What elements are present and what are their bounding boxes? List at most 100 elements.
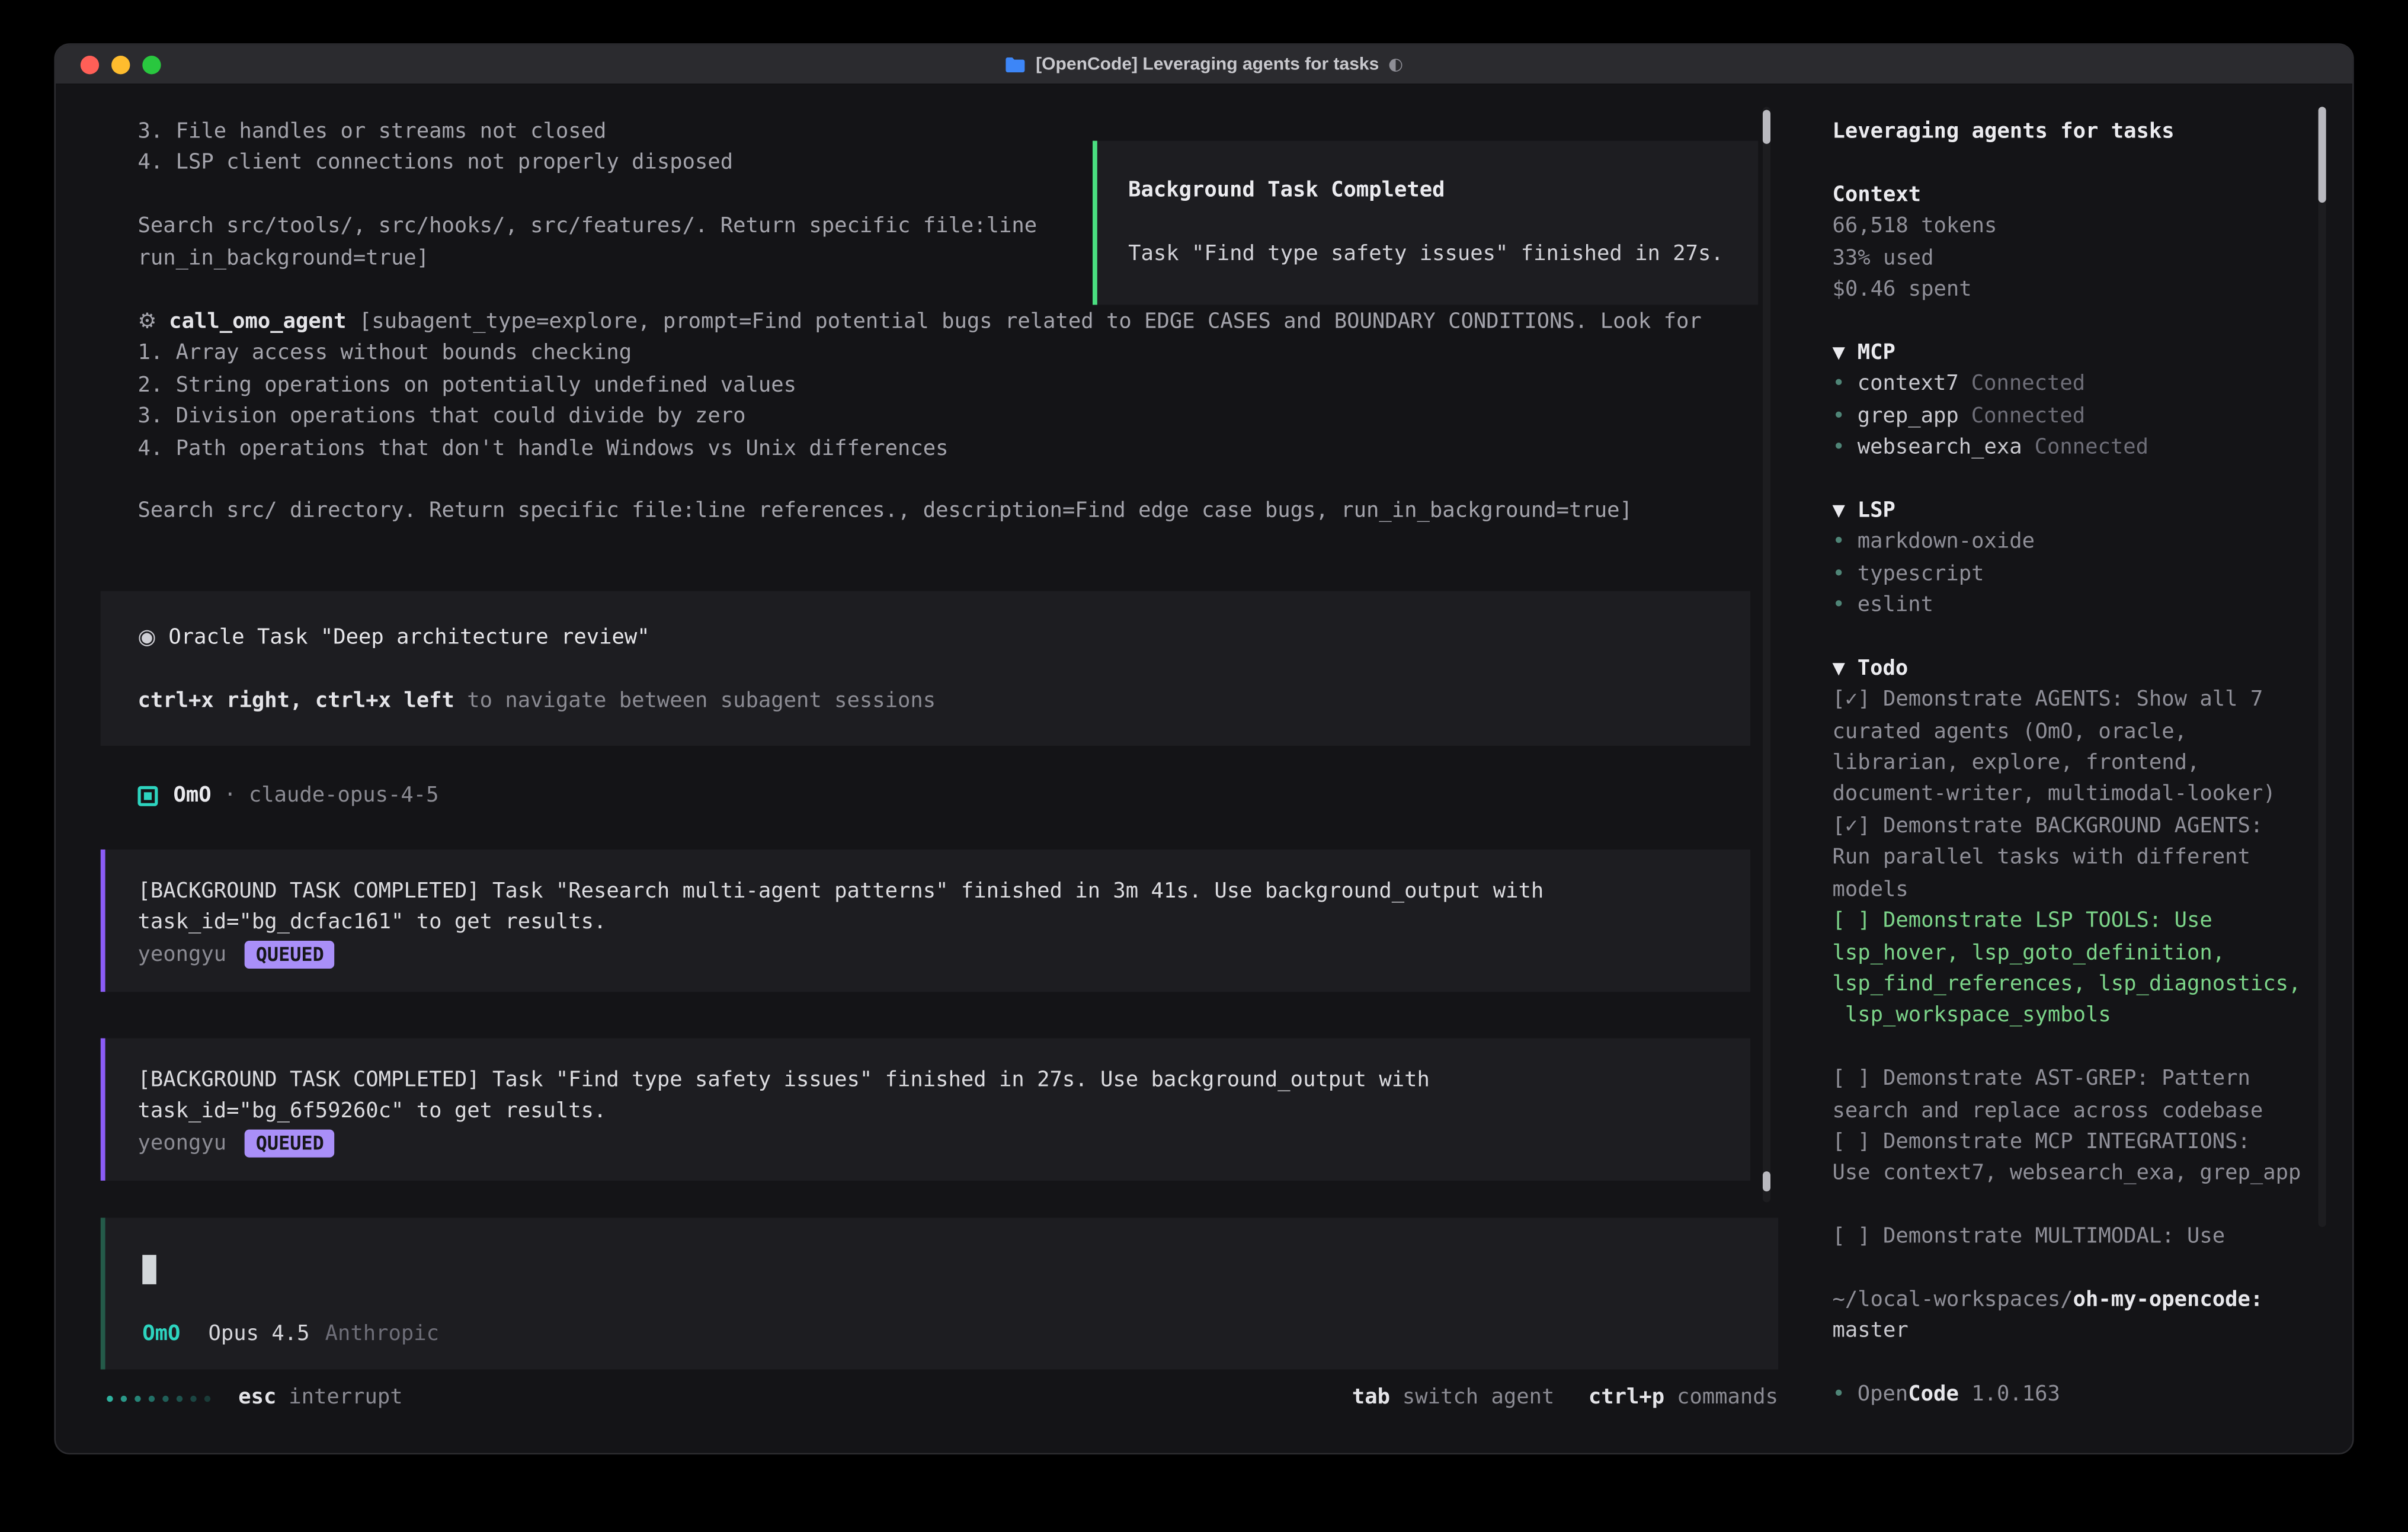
message-author: yeongyu — [137, 939, 226, 970]
mcp-list: • context7 Connected •grep_appConnected • web… — [1832, 368, 2312, 463]
status-key-label: commands — [1677, 1382, 1778, 1414]
status-hint-pair: ctrl+p commands — [1589, 1382, 1778, 1414]
oracle-task-title: ◉ Oracle Task "Deep architecture review" — [137, 622, 1750, 653]
mcp-name: context7 — [1858, 371, 1959, 396]
oracle-task-title-text: Oracle Task "Deep architecture review" — [168, 625, 649, 650]
status-key: ctrl+p — [1589, 1382, 1664, 1414]
spinner-dot — [177, 1395, 182, 1401]
spinner — [107, 1395, 210, 1401]
context-spent: $0.46 spent — [1832, 274, 2312, 305]
lsp-name: markdown-oxide — [1858, 530, 2035, 555]
todo-item: [ ] Demonstrate AST-GREP: Pattern search… — [1832, 1063, 2312, 1127]
tool-call-line: 2. String operations on potentially unde… — [137, 370, 1772, 401]
message-line: [BACKGROUND TASK COMPLETED] Task "Find t… — [137, 1065, 1750, 1096]
main-scrollbar-thumb-secondary[interactable] — [1763, 1171, 1770, 1191]
minimize-window-button[interactable] — [111, 56, 130, 74]
todo-list: [✓] Demonstrate AGENTS: Show all 7 curat… — [1832, 684, 2312, 1252]
background-task-message: [BACKGROUND TASK COMPLETED] Task "Resear… — [101, 850, 1750, 992]
chevron-down-icon: ▼ — [1832, 340, 1845, 365]
lsp-item: •eslint — [1832, 589, 2312, 621]
sidebar-scrollbar-thumb[interactable] — [2319, 107, 2326, 203]
tool-call-line: 3. Division operations that could divide… — [137, 401, 1772, 432]
agent-square-icon — [137, 786, 158, 806]
status-right-hints: tabswitch agentctrl+pcommands — [1318, 1382, 1778, 1414]
input-model-name: Opus 4.5 — [208, 1318, 309, 1350]
titlebar[interactable]: [OpenCode] Leveraging agents for tasks ◐ — [56, 45, 2352, 85]
message-author: yeongyu — [137, 1128, 226, 1159]
subagent-navigation-hint: ctrl+x right, ctrl+x left to navigate be… — [137, 685, 1750, 717]
version-line: •OpenCode 1.0.163 — [1832, 1379, 2312, 1411]
spinner-dot — [135, 1395, 140, 1401]
status-left-hints: esc interrupt — [238, 1382, 402, 1414]
fisheye-icon: ◉ — [137, 625, 156, 650]
tool-call-header: ⚙call_omo_agent [subagent_type=explore, … — [137, 306, 1772, 338]
mcp-name: websearch_exa — [1858, 435, 2022, 460]
bullet-icon: • — [1832, 592, 1845, 617]
hint-text: to navigate between subagent sessions — [454, 688, 936, 713]
spinner-dot — [107, 1395, 113, 1401]
bullet-icon: • — [1832, 371, 1845, 396]
terminal-window: [OpenCode] Leveraging agents for tasks ◐… — [54, 43, 2353, 1454]
brand-code: Code — [1908, 1382, 1959, 1407]
tool-call-name: call_omo_agent — [169, 309, 346, 334]
message-meta: yeongyu QUEUED — [137, 1128, 1750, 1159]
todo-item: [ ] Demonstrate LSP TOOLS: Use lsp_hover… — [1832, 905, 2312, 1031]
desktop: [OpenCode] Leveraging agents for tasks ◐… — [0, 0, 2408, 1532]
agent-model: claude-opus-4-5 — [249, 780, 439, 812]
workspace-path: ~/local-workspaces/oh-my-opencode: — [1832, 1284, 2312, 1316]
version-number-text: 1.0.163 — [1971, 1382, 2060, 1407]
bullet-icon: • — [1832, 530, 1845, 555]
model-row: OmO Opus 4.5 Anthropic — [142, 1318, 1778, 1350]
context-used: 33% used — [1832, 242, 2312, 274]
chevron-down-icon: ▼ — [1832, 656, 1845, 681]
todo-item: [ ] Demonstrate MULTIMODAL: Use — [1832, 1221, 2312, 1252]
gear-icon: ⚙ — [137, 309, 156, 334]
main-scrollbar-thumb[interactable] — [1763, 110, 1770, 143]
section-mcp[interactable]: ▼ MCP — [1832, 337, 2312, 368]
todo-item: [✓] Demonstrate AGENTS: Show all 7 curat… — [1832, 684, 2312, 810]
sidebar-scrollbar[interactable] — [2319, 107, 2326, 1227]
zoom-window-button[interactable] — [142, 56, 161, 74]
oracle-task-panel: ◉Oracle Task "Deep architecture review" … — [101, 591, 1750, 746]
workspace-repo: oh-my-opencode: — [2073, 1287, 2263, 1312]
tool-call-block: ⚙call_omo_agent [subagent_type=explore, … — [137, 306, 1772, 527]
context-heading: Context — [1832, 179, 2312, 210]
mcp-status: Connected — [1971, 371, 2085, 396]
queued-badge: QUEUED — [245, 1130, 335, 1158]
lsp-item: • markdown-oxide — [1832, 527, 2312, 558]
session-status-icon: ◐ — [1388, 44, 1403, 84]
bullet-icon: • — [1832, 561, 1845, 586]
tool-call-lines: 1. Array access without bounds checking2… — [137, 338, 1772, 527]
window-title-text: [OpenCode] Leveraging agents for tasks — [1036, 44, 1379, 84]
status-key-label: switch agent — [1402, 1382, 1555, 1414]
workspace-path-prefix: ~/local-workspaces/ — [1832, 1287, 2073, 1312]
mcp-status: Connected — [2035, 435, 2148, 460]
bullet-icon: • — [1832, 1382, 1845, 1407]
lsp-item: •typescript — [1832, 558, 2312, 589]
close-window-button[interactable] — [81, 56, 99, 74]
background-task-toast[interactable]: Background Task Completed Task "Find typ… — [1093, 141, 1758, 305]
section-lsp[interactable]: ▼LSP — [1832, 495, 2312, 526]
prompt-input[interactable]: OmO Opus 4.5 Anthropic — [101, 1218, 1778, 1370]
spinner-dot — [162, 1395, 168, 1401]
bullet-icon: • — [1832, 435, 1845, 460]
folder-icon — [1005, 56, 1027, 73]
status-key-label: interrupt — [289, 1385, 402, 1410]
status-key: esc — [238, 1385, 276, 1410]
workspace-branch: master — [1832, 1316, 2312, 1347]
main-scrollbar[interactable] — [1763, 107, 1770, 1202]
agent-header: OmO · claude-opus-4-5 — [137, 780, 438, 812]
separator-dot: · — [224, 780, 236, 812]
message-meta: yeongyu QUEUED — [137, 939, 1750, 970]
section-todo[interactable]: ▼Todo — [1832, 653, 2312, 684]
mcp-item: •grep_appConnected — [1832, 400, 2312, 432]
version-number — [1959, 1382, 1971, 1407]
context-tokens: 66,518 tokens — [1832, 211, 2312, 242]
queued-badge: QUEUED — [245, 941, 335, 969]
spinner-dot — [190, 1395, 196, 1401]
spinner-dot — [204, 1395, 210, 1401]
mcp-heading: MCP — [1858, 340, 1895, 365]
mcp-name: grep_app — [1858, 403, 1959, 428]
spinner-dot — [121, 1395, 127, 1401]
text-cursor — [142, 1255, 156, 1284]
